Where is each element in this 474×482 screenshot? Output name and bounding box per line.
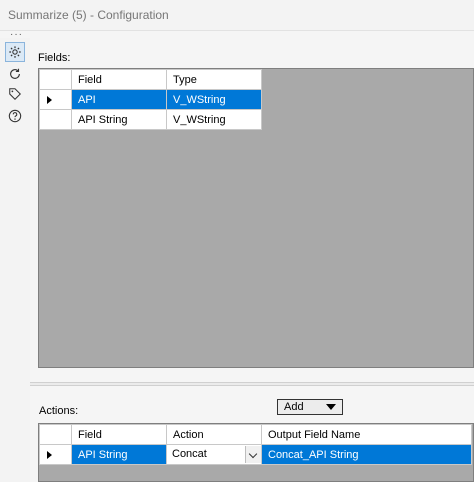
column-header-output-field-name[interactable]: Output Field Name	[261, 424, 472, 445]
type-cell[interactable]: V_WString	[166, 109, 262, 130]
add-label: Add	[284, 401, 304, 413]
row-header-corner	[39, 69, 72, 90]
window-title: Summarize (5) - Configuration	[8, 8, 169, 22]
row-selector-icon[interactable]	[39, 444, 72, 465]
action-combobox[interactable]: Concat	[167, 446, 261, 463]
icon-sidebar	[0, 38, 30, 482]
column-header-field[interactable]: Field	[71, 424, 167, 445]
field-cell[interactable]: API	[71, 89, 167, 110]
row-selector-icon[interactable]	[39, 89, 72, 110]
chevron-down-icon	[326, 404, 336, 410]
panel-splitter[interactable]	[30, 382, 474, 386]
actions-header-row: Field Action Output Field Name	[39, 424, 472, 445]
fields-grid[interactable]: Field Type API V_WString API String V_WS…	[38, 68, 474, 368]
row-selector[interactable]	[39, 109, 72, 130]
table-row[interactable]: API V_WString	[39, 89, 262, 110]
title-bar: Summarize (5) - Configuration	[0, 0, 474, 31]
help-icon[interactable]	[5, 106, 25, 126]
actions-label: Actions:	[39, 405, 79, 417]
row-header-corner	[39, 424, 72, 445]
configuration-panel: Fields: Field Type API V_WString API Str…	[30, 38, 474, 482]
column-header-type[interactable]: Type	[166, 69, 262, 90]
output-field-name-cell[interactable]: Concat_API String	[261, 444, 472, 465]
action-field-cell[interactable]: API String	[71, 444, 167, 465]
fields-header-row: Field Type	[39, 69, 262, 90]
refresh-icon[interactable]	[5, 64, 25, 84]
actions-grid[interactable]: Field Action Output Field Name API Strin…	[38, 423, 474, 482]
action-cell[interactable]: Concat	[166, 444, 262, 465]
action-value: Concat	[172, 448, 207, 460]
column-header-field[interactable]: Field	[71, 69, 167, 90]
table-row[interactable]: API String Concat Concat_API String	[39, 444, 472, 465]
fields-table: Field Type API V_WString API String V_WS…	[39, 69, 262, 130]
type-cell[interactable]: V_WString	[166, 89, 262, 110]
field-cell[interactable]: API String	[71, 109, 167, 130]
actions-table: Field Action Output Field Name API Strin…	[39, 424, 472, 465]
tag-icon[interactable]	[5, 84, 25, 104]
gear-icon[interactable]	[5, 42, 25, 62]
table-row[interactable]: API String V_WString	[39, 109, 262, 130]
add-action-dropdown[interactable]: Add	[277, 399, 343, 415]
column-header-action[interactable]: Action	[166, 424, 262, 445]
chevron-down-icon[interactable]	[245, 446, 261, 463]
fields-label: Fields:	[38, 52, 71, 64]
